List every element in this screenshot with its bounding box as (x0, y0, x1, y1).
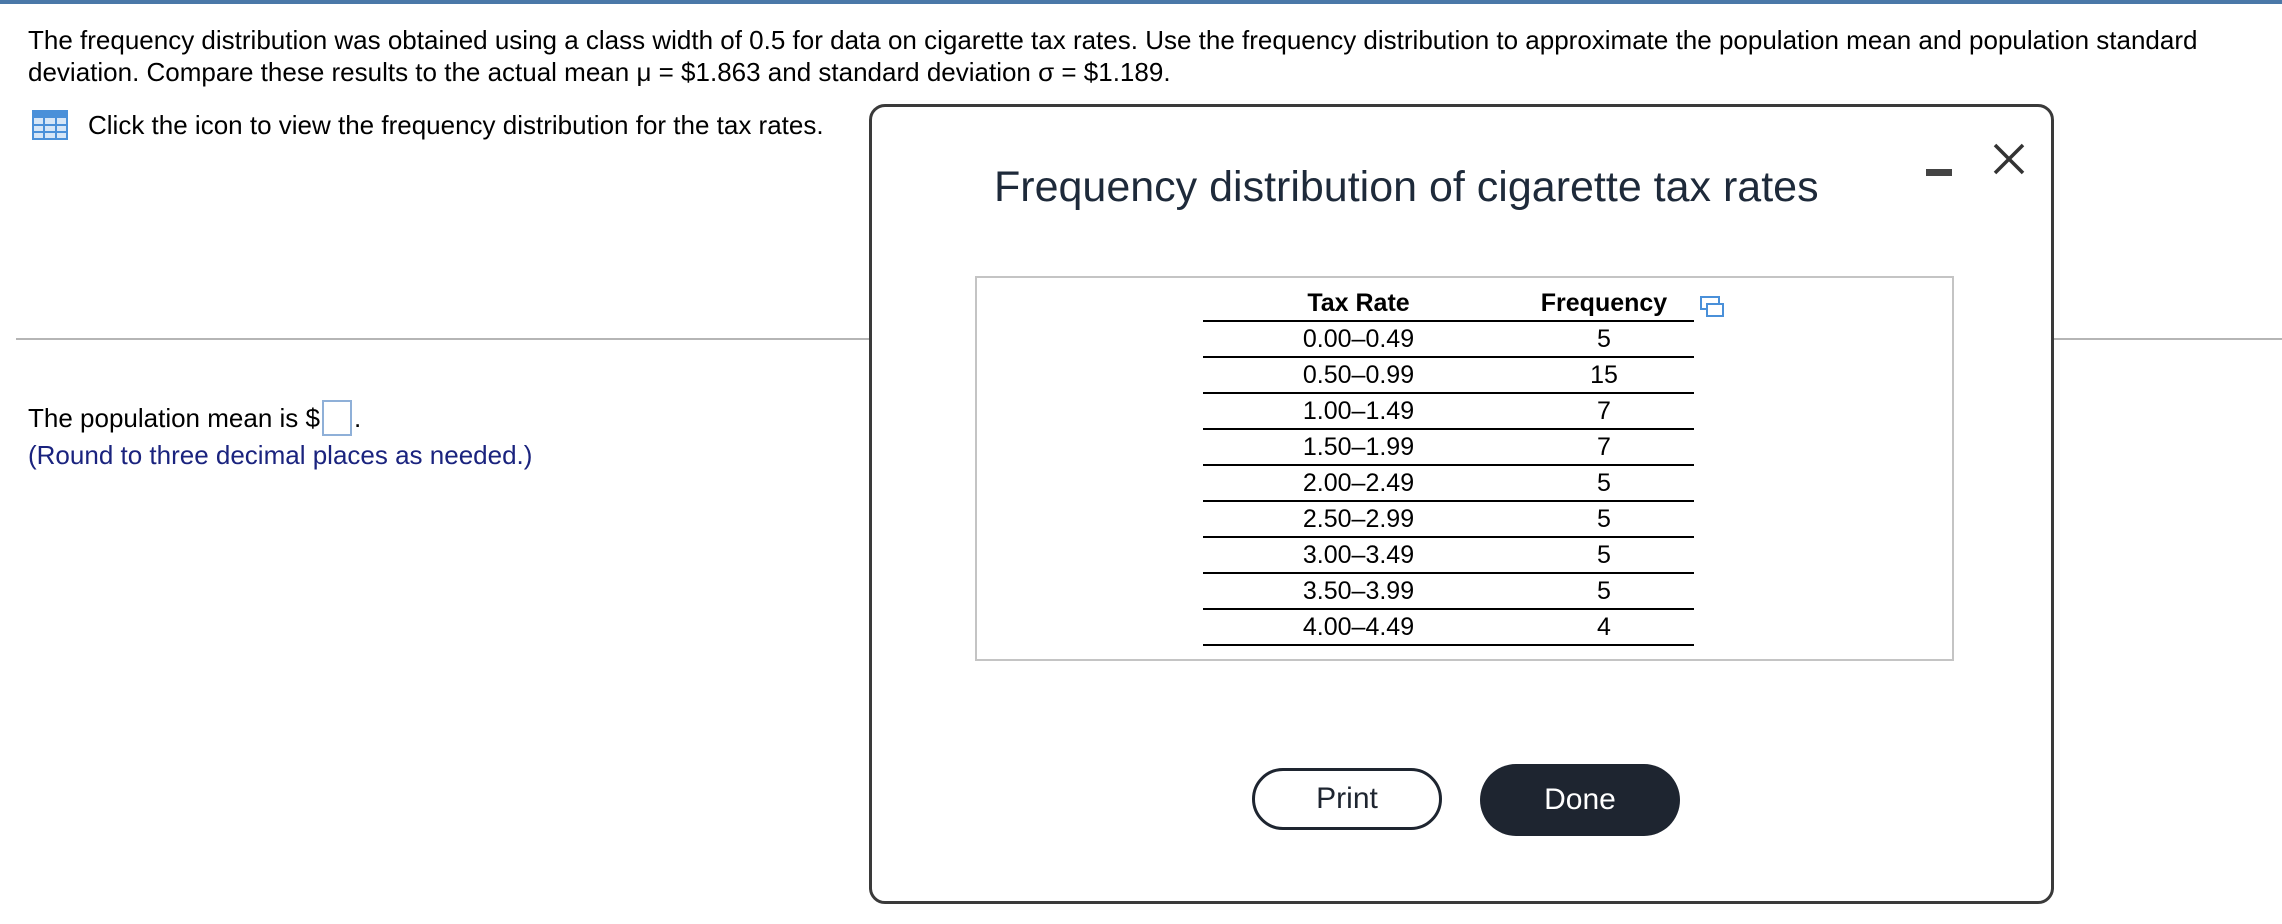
frequency-cell: 5 (1514, 501, 1694, 538)
answer-prefix: The population mean is $ (28, 403, 320, 433)
table-row: 3.00–3.49 5 (1203, 537, 1694, 574)
tax-rate-cell: 2.50–2.99 (1203, 501, 1514, 538)
frequency-distribution-dialog: Frequency distribution of cigarette tax … (869, 104, 2054, 904)
frequency-cell: 7 (1514, 393, 1694, 430)
table-row: 0.50–0.99 15 (1203, 357, 1694, 394)
tax-rate-cell: 1.50–1.99 (1203, 429, 1514, 466)
answer-line: The population mean is $ . (28, 400, 361, 436)
frequency-cell: 5 (1514, 573, 1694, 610)
frequency-cell: 15 (1514, 357, 1694, 394)
tax-rate-cell: 3.50–3.99 (1203, 573, 1514, 610)
tax-rate-cell: 2.00–2.49 (1203, 465, 1514, 502)
question-text: The frequency distribution was obtained … (28, 25, 2198, 87)
table-row: 3.50–3.99 5 (1203, 573, 1694, 610)
tax-rate-cell: 1.00–1.49 (1203, 393, 1514, 430)
frequency-table: Tax Rate Frequency 0.00–0.49 5 0.50–0.99… (1203, 286, 1694, 646)
mean-answer-input[interactable] (321, 400, 352, 436)
table-icon[interactable] (32, 110, 68, 140)
tax-rate-cell: 0.00–0.49 (1203, 321, 1514, 358)
close-icon[interactable] (1991, 141, 2027, 177)
tax-rate-cell: 4.00–4.49 (1203, 609, 1514, 646)
answer-suffix: . (353, 403, 362, 433)
copy-icon[interactable] (1699, 295, 1725, 319)
tax-rate-cell: 0.50–0.99 (1203, 357, 1514, 394)
frequency-cell: 5 (1514, 321, 1694, 358)
table-row: 0.00–0.49 5 (1203, 321, 1694, 358)
frequency-cell: 4 (1514, 609, 1694, 646)
table-row: 4.00–4.49 4 (1203, 609, 1694, 646)
table-row: 2.00–2.49 5 (1203, 465, 1694, 502)
tax-rate-cell: 3.00–3.49 (1203, 537, 1514, 574)
table-row: 1.00–1.49 7 (1203, 393, 1694, 430)
frequency-cell: 5 (1514, 465, 1694, 502)
table-row: 2.50–2.99 5 (1203, 501, 1694, 538)
view-table-link[interactable]: Click the icon to view the frequency dis… (32, 108, 824, 142)
table-row: 1.50–1.99 7 (1203, 429, 1694, 466)
table-container: Tax Rate Frequency 0.00–0.49 5 0.50–0.99… (975, 276, 1954, 661)
table-header-row: Tax Rate Frequency (1203, 286, 1694, 322)
minimize-icon[interactable] (1925, 157, 1953, 185)
print-button[interactable]: Print (1252, 768, 1442, 830)
header-frequency: Frequency (1514, 286, 1694, 322)
view-table-text: Click the icon to view the frequency dis… (88, 109, 824, 140)
rounding-hint: (Round to three decimal places as needed… (28, 440, 533, 470)
done-button[interactable]: Done (1480, 764, 1680, 836)
top-accent-bar (0, 0, 2282, 4)
header-tax-rate: Tax Rate (1203, 286, 1514, 322)
frequency-cell: 7 (1514, 429, 1694, 466)
dialog-title: Frequency distribution of cigarette tax … (994, 163, 1819, 211)
frequency-cell: 5 (1514, 537, 1694, 574)
